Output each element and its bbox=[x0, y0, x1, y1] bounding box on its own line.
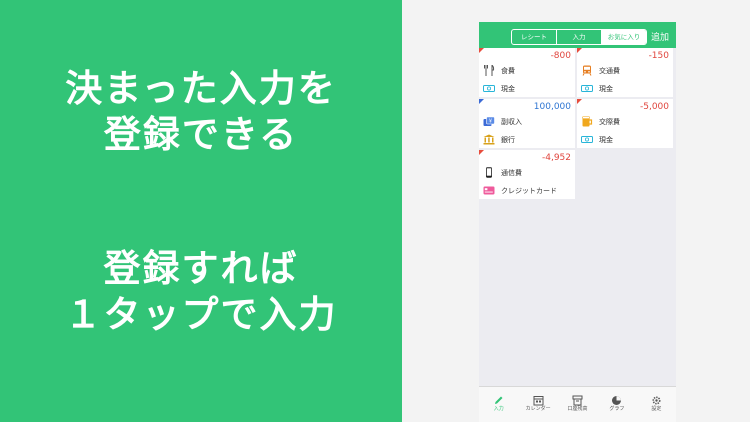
promo-caption-bottom: 登録すれば １タップで入力 bbox=[0, 246, 402, 338]
card-account: クレジットカード bbox=[483, 185, 557, 196]
tab-calendar-label: カレンダー bbox=[525, 406, 551, 412]
pie-chart-icon bbox=[611, 391, 622, 405]
promo-panel: 決まった入力を 登録できる 登録すれば １タップで入力 bbox=[0, 0, 402, 422]
card-account: 現金 bbox=[581, 134, 613, 145]
card-account: 銀行 bbox=[483, 134, 515, 145]
tab-balance-label: 口座残高 bbox=[567, 406, 588, 412]
tab-input[interactable]: 入力 bbox=[479, 387, 518, 422]
segment-receipt[interactable]: レシート bbox=[512, 30, 557, 44]
favorite-card[interactable]: -150 交通費 現金 bbox=[577, 48, 673, 97]
promo-caption-top-line1: 決まった入力を bbox=[65, 67, 337, 110]
card-account-label: クレジットカード bbox=[501, 186, 557, 195]
card-amount: -4,952 bbox=[541, 153, 571, 163]
expense-marker bbox=[479, 48, 484, 53]
promo-caption-bottom-line2: １タップで入力 bbox=[64, 293, 338, 336]
card-category: ¥ 副収入 bbox=[483, 116, 522, 127]
card-category: 交通費 bbox=[581, 65, 620, 76]
credit-card-icon bbox=[483, 185, 495, 196]
tab-settings[interactable]: 設定 bbox=[637, 387, 676, 422]
card-category-label: 交際費 bbox=[599, 117, 620, 126]
tab-graph[interactable]: グラフ bbox=[597, 387, 636, 422]
bank-icon bbox=[483, 134, 495, 145]
add-button[interactable]: 追加 bbox=[651, 30, 669, 43]
nav-bar: レシート 入力 お気に入り 追加 bbox=[479, 22, 676, 48]
beer-icon bbox=[581, 116, 593, 127]
card-category-label: 通信費 bbox=[501, 168, 522, 177]
tab-balance[interactable]: 口座残高 bbox=[558, 387, 597, 422]
phone-icon bbox=[483, 167, 495, 178]
tab-bar: 入力 カレンダー 口座残高 グラフ 設定 bbox=[479, 386, 676, 422]
svg-text:¥: ¥ bbox=[489, 119, 492, 125]
gear-icon bbox=[651, 391, 662, 405]
tab-graph-label: グラフ bbox=[609, 406, 625, 412]
segment-input[interactable]: 入力 bbox=[557, 30, 602, 44]
card-category: 通信費 bbox=[483, 167, 522, 178]
fork-knife-icon bbox=[483, 64, 495, 76]
card-account: 現金 bbox=[483, 83, 515, 94]
expense-marker bbox=[577, 48, 582, 53]
card-amount: -800 bbox=[550, 51, 571, 61]
card-account-label: 銀行 bbox=[501, 135, 515, 144]
card-category: 交際費 bbox=[581, 116, 620, 127]
card-amount: 100,000 bbox=[533, 102, 571, 112]
segment-favorites[interactable]: お気に入り bbox=[602, 30, 646, 44]
card-category-label: 副収入 bbox=[501, 117, 522, 126]
calendar-icon bbox=[533, 391, 544, 406]
train-icon bbox=[581, 65, 593, 76]
card-amount: -150 bbox=[648, 51, 669, 61]
card-amount: -5,000 bbox=[639, 102, 669, 112]
card-category-label: 交通費 bbox=[599, 66, 620, 75]
card-account-label: 現金 bbox=[599, 135, 613, 144]
pencil-icon bbox=[493, 391, 504, 404]
tab-calendar[interactable]: カレンダー bbox=[518, 387, 557, 422]
balance-icon bbox=[572, 391, 583, 406]
segmented-control: レシート 入力 お気に入り bbox=[511, 29, 647, 45]
cash-icon bbox=[483, 83, 495, 94]
card-account-label: 現金 bbox=[501, 84, 515, 93]
promo-caption-bottom-line1: 登録すれば bbox=[103, 247, 299, 290]
promo-caption-top-line2: 登録できる bbox=[103, 113, 299, 156]
cash-icon bbox=[581, 134, 593, 145]
favorite-card[interactable]: -5,000 交際費 現金 bbox=[577, 99, 673, 148]
favorite-card[interactable]: -800 食費 現金 bbox=[479, 48, 575, 97]
card-account: 現金 bbox=[581, 83, 613, 94]
expense-marker bbox=[577, 99, 582, 104]
income-marker bbox=[479, 99, 484, 104]
tab-input-label: 入力 bbox=[493, 406, 504, 412]
expense-marker bbox=[479, 150, 484, 155]
cash-icon bbox=[581, 83, 593, 94]
money-bag-icon: ¥ bbox=[483, 116, 495, 127]
promo-caption-top: 決まった入力を 登録できる bbox=[0, 66, 402, 158]
tab-settings-label: 設定 bbox=[651, 406, 662, 412]
app-screen: レシート 入力 お気に入り 追加 -800 食費 現金 -150 交通費 現金 … bbox=[479, 22, 676, 422]
favorite-card[interactable]: 100,000 ¥ 副収入 銀行 bbox=[479, 99, 575, 148]
card-account-label: 現金 bbox=[599, 84, 613, 93]
card-category-label: 食費 bbox=[501, 66, 515, 75]
card-category: 食費 bbox=[483, 64, 515, 76]
favorite-card[interactable]: -4,952 通信費 クレジットカード bbox=[479, 150, 575, 199]
